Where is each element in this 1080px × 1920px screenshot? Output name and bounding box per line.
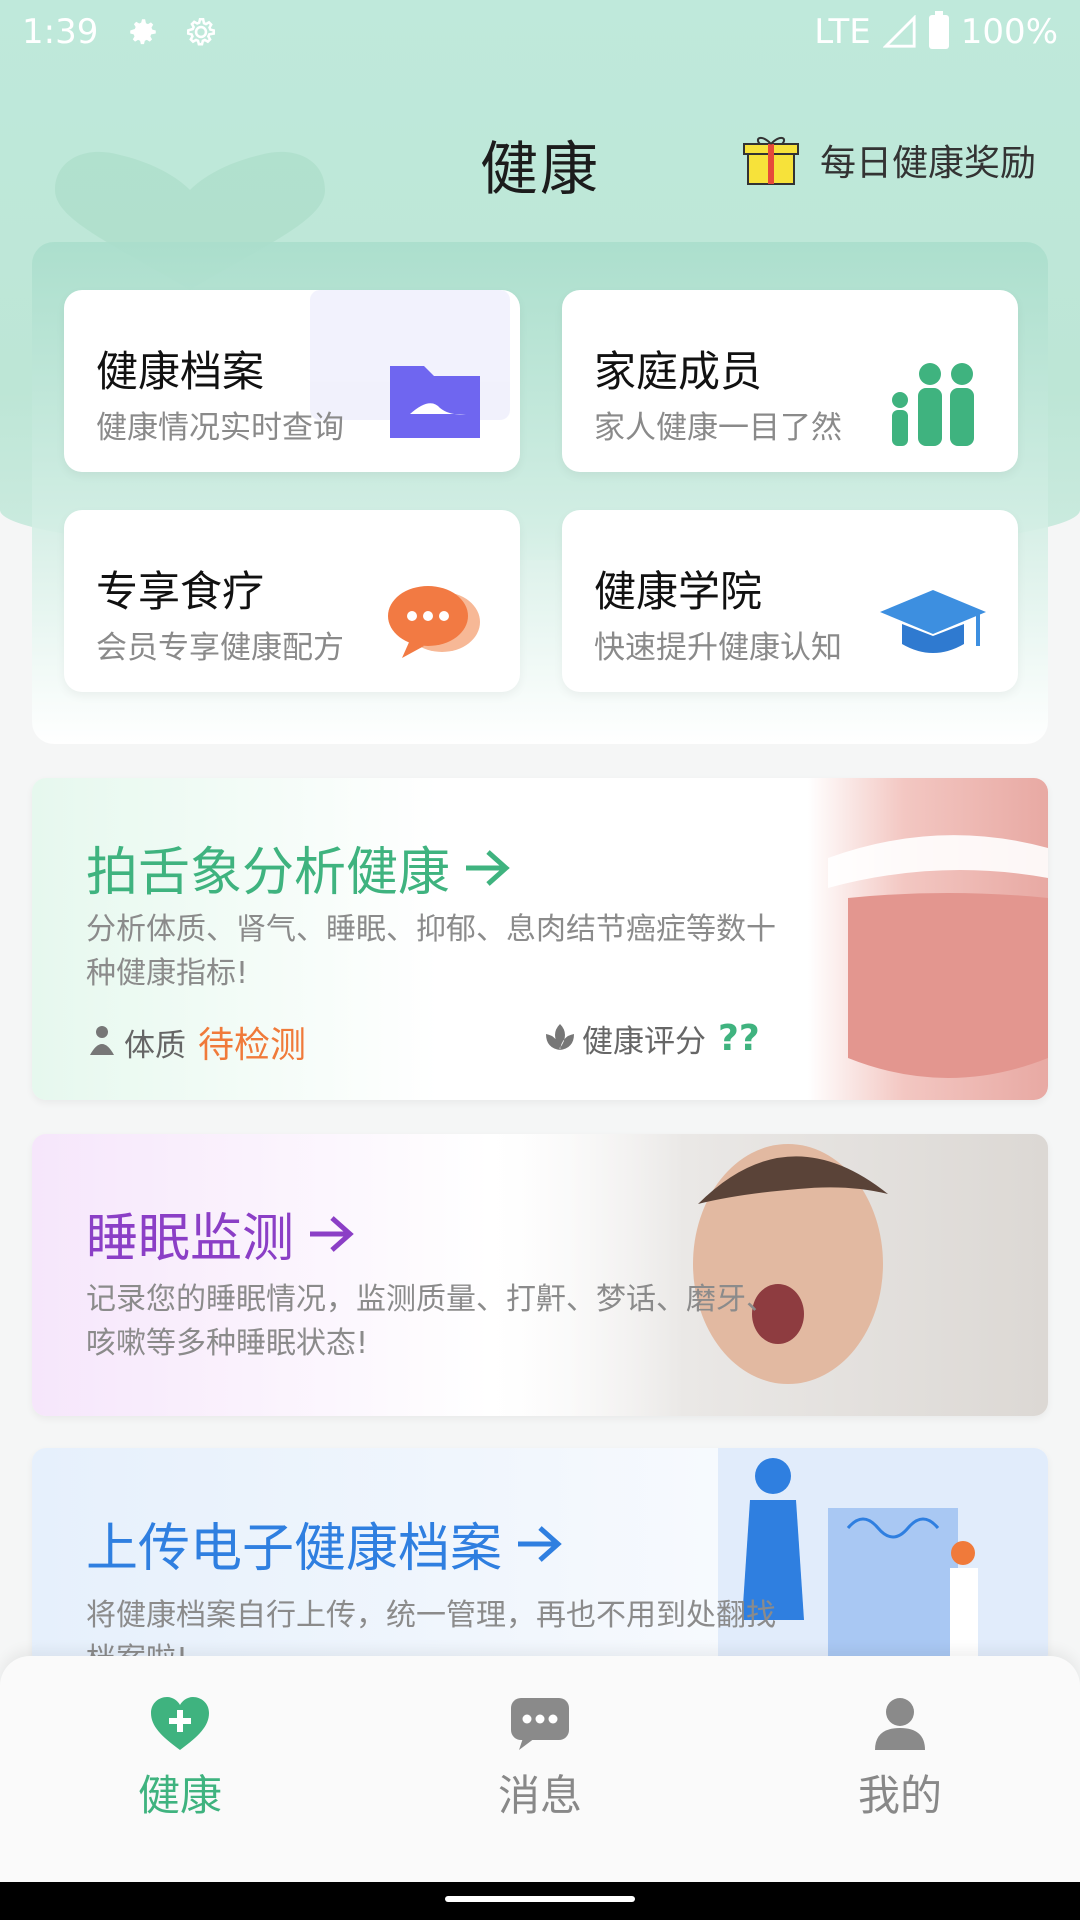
tile-subtitle: 健康情况实时查询 xyxy=(96,410,344,446)
user-icon xyxy=(875,1698,925,1750)
meditation-icon xyxy=(90,1026,114,1055)
chat-bubble-icon xyxy=(388,586,480,658)
message-icon xyxy=(511,1698,569,1750)
arrow-right-icon xyxy=(466,849,510,886)
sleep-monitor-card[interactable]: 睡眠监测 记录您的睡眠情况，监测质量、打鼾、梦话、磨牙、咳嗽等多种睡眠状态! xyxy=(32,1134,1048,1416)
score-value: ?? xyxy=(718,1018,760,1059)
health-score: 健康评分 ?? xyxy=(544,1016,760,1061)
feature-grid: 健康档案 健康情况实时查询 家庭成员 家人健康一目了然 专享食疗 会员专享健康配… xyxy=(32,242,1048,744)
tile-title: 健康档案 xyxy=(96,347,265,396)
home-handle[interactable] xyxy=(445,1896,635,1902)
sleep-title-text: 睡眠监测 xyxy=(86,1209,295,1269)
battery-label: 100% xyxy=(960,12,1058,52)
tile-title: 健康学院 xyxy=(594,567,763,616)
tile-subtitle: 快速提升健康认知 xyxy=(594,630,842,666)
folder-icon xyxy=(390,366,480,438)
nav-label: 消息 xyxy=(497,1771,582,1820)
gift-icon xyxy=(742,137,799,185)
settings-gear-icon xyxy=(130,19,157,45)
graduation-cap-icon xyxy=(880,590,986,653)
tongue-analysis-card[interactable]: 拍舌象分析健康 分析体质、肾气、睡眠、抑郁、息肉结节癌症等数十种健康指标! 体质… xyxy=(32,778,1048,1100)
daily-reward-button[interactable]: 每日健康奖励 xyxy=(740,132,1036,188)
system-gesture-bar xyxy=(0,1882,1080,1920)
tile-health-record[interactable]: 健康档案 健康情况实时查询 xyxy=(64,290,520,472)
sleep-card-description: 记录您的睡眠情况，监测质量、打鼾、梦话、磨牙、咳嗽等多种睡眠状态! xyxy=(86,1282,776,1361)
nav-tab-health[interactable]: 健康 xyxy=(80,1696,280,1823)
tile-subtitle: 会员专享健康配方 xyxy=(96,630,344,666)
battery-icon xyxy=(928,11,949,49)
constitution-label: 体质 xyxy=(124,1027,186,1064)
status-bar: 1:39 LTE 100% xyxy=(0,0,1080,64)
nav-label: 健康 xyxy=(137,1771,222,1820)
nav-tab-messages[interactable]: 消息 xyxy=(440,1696,640,1823)
tile-health-academy[interactable]: 健康学院 快速提升健康认知 xyxy=(562,510,1018,692)
lotus-icon xyxy=(546,1023,574,1050)
score-label: 健康评分 xyxy=(582,1024,706,1060)
tile-title: 专享食疗 xyxy=(96,567,265,616)
upload-card-title: 上传电子健康档案 xyxy=(86,1506,562,1581)
arrow-right-icon xyxy=(518,1525,562,1562)
heart-plus-icon xyxy=(151,1697,209,1750)
upload-title-text: 上传电子健康档案 xyxy=(86,1519,503,1579)
tongue-card-title: 拍舌象分析健康 xyxy=(86,830,510,905)
tongue-photo-icon xyxy=(808,778,1048,1100)
tile-family-members[interactable]: 家庭成员 家人健康一目了然 xyxy=(562,290,1018,472)
tile-diet-therapy[interactable]: 专享食疗 会员专享健康配方 xyxy=(64,510,520,692)
tongue-card-description: 分析体质、肾气、睡眠、抑郁、息肉结节癌症等数十种健康指标! xyxy=(86,912,776,991)
tile-subtitle: 家人健康一目了然 xyxy=(594,410,842,446)
upload-record-card[interactable]: 上传电子健康档案 将健康档案自行上传，统一管理，再也不用到处翻找档案啦! xyxy=(32,1448,1048,1668)
reward-label: 每日健康奖励 xyxy=(819,143,1036,184)
sleep-card-title: 睡眠监测 xyxy=(86,1196,354,1271)
network-label: LTE xyxy=(814,12,871,52)
tongue-title-text: 拍舌象分析健康 xyxy=(86,843,451,903)
bottom-navigation: 健康 消息 我的 xyxy=(0,1656,1080,1882)
nav-label: 我的 xyxy=(857,1771,942,1820)
nav-tab-profile[interactable]: 我的 xyxy=(800,1696,1000,1823)
family-icon xyxy=(892,363,974,446)
constitution-value: 待检测 xyxy=(198,1025,307,1066)
sleeping-person-icon xyxy=(488,1134,1048,1416)
tile-title: 家庭成员 xyxy=(594,347,763,396)
constitution-status: 体质 待检测 xyxy=(86,1016,306,1068)
arrow-right-icon xyxy=(310,1215,354,1252)
settings-gear-icon xyxy=(187,17,216,46)
status-time: 1:39 xyxy=(22,12,99,52)
signal-icon xyxy=(882,15,916,48)
